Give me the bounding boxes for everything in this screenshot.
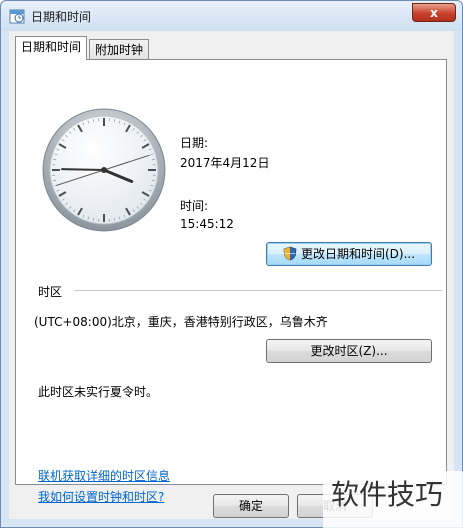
watermark-text: 软件技巧 <box>323 471 463 529</box>
change-date-time-label: 更改日期和时间(D)... <box>301 247 415 261</box>
dialog-client-area: 日期和时间 附加时钟 <box>9 31 454 519</box>
clock-calendar-icon <box>9 8 25 24</box>
timezone-value: (UTC+08:00)北京，重庆，香港特别行政区，乌鲁木齐 <box>34 313 328 330</box>
change-timezone-button[interactable]: 更改时区(Z)... <box>266 339 432 363</box>
tab-additional-clocks[interactable]: 附加时钟 <box>89 39 149 60</box>
minute-hand <box>62 169 104 170</box>
close-icon: x <box>430 6 438 20</box>
title-bar[interactable]: 日期和时间 x <box>1 1 462 31</box>
date-label: 日期: <box>180 134 208 151</box>
tab-date-time[interactable]: 日期和时间 <box>15 36 87 60</box>
analog-clock <box>42 108 166 232</box>
time-label: 时间: <box>180 197 208 214</box>
change-date-time-button[interactable]: 更改日期和时间(D)... <box>266 242 432 266</box>
uac-shield-icon <box>283 246 297 261</box>
clock-center-pin <box>101 167 107 173</box>
dst-note: 此时区未实行夏令时。 <box>38 383 158 400</box>
how-to-set-clock-link[interactable]: 我如何设置时钟和时区? <box>38 488 164 505</box>
date-time-tab-panel: 日期: 2017年4月12日 时间: 15:45:12 更改日期和时间(D)..… <box>15 59 447 485</box>
timezone-heading: 时区 <box>38 283 62 300</box>
online-timezone-info-link[interactable]: 联机获取详细的时区信息 <box>38 467 170 484</box>
close-button[interactable]: x <box>412 3 456 22</box>
timezone-separator <box>74 290 442 291</box>
ok-button[interactable]: 确定 <box>213 494 289 518</box>
date-time-dialog: 日期和时间 x 日期和时间 附加时钟 <box>0 0 463 528</box>
date-value: 2017年4月12日 <box>180 154 269 171</box>
time-value: 15:45:12 <box>180 217 234 231</box>
window-title: 日期和时间 <box>31 8 91 25</box>
